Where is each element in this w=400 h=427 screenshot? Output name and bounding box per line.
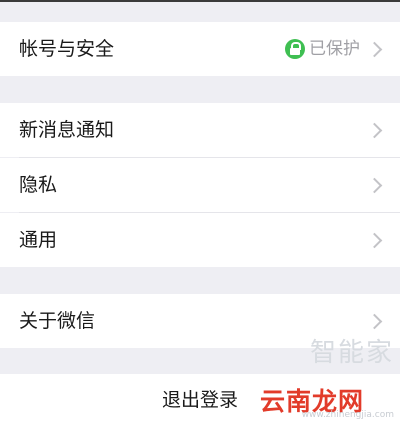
settings-item-label: 关于微信: [19, 310, 96, 332]
protection-status: 已保护: [285, 38, 360, 60]
settings-item-label: 通用: [19, 229, 58, 251]
chevron-right-icon: [366, 122, 383, 139]
lock-icon: [285, 39, 305, 59]
chevron-right-icon: [366, 232, 383, 249]
chevron-right-icon: [366, 177, 383, 194]
settings-item-label: 新消息通知: [19, 119, 115, 141]
watermark-url: www.zhinengjia.com: [301, 410, 394, 420]
settings-item-label: 隐私: [19, 174, 58, 196]
settings-item-new-message-notification[interactable]: 新消息通知: [0, 103, 400, 157]
watermark-brand: 智能家: [309, 338, 394, 368]
settings-item-account-security[interactable]: 帐号与安全 已保护: [0, 22, 400, 76]
protection-status-text: 已保护: [309, 39, 360, 59]
chevron-right-icon: [366, 41, 383, 58]
chevron-right-icon: [366, 313, 383, 330]
settings-item-privacy[interactable]: 隐私: [0, 158, 400, 212]
settings-item-general[interactable]: 通用: [0, 213, 400, 267]
status-bar-edge: [0, 0, 400, 2]
settings-item-label: 帐号与安全: [19, 38, 115, 60]
